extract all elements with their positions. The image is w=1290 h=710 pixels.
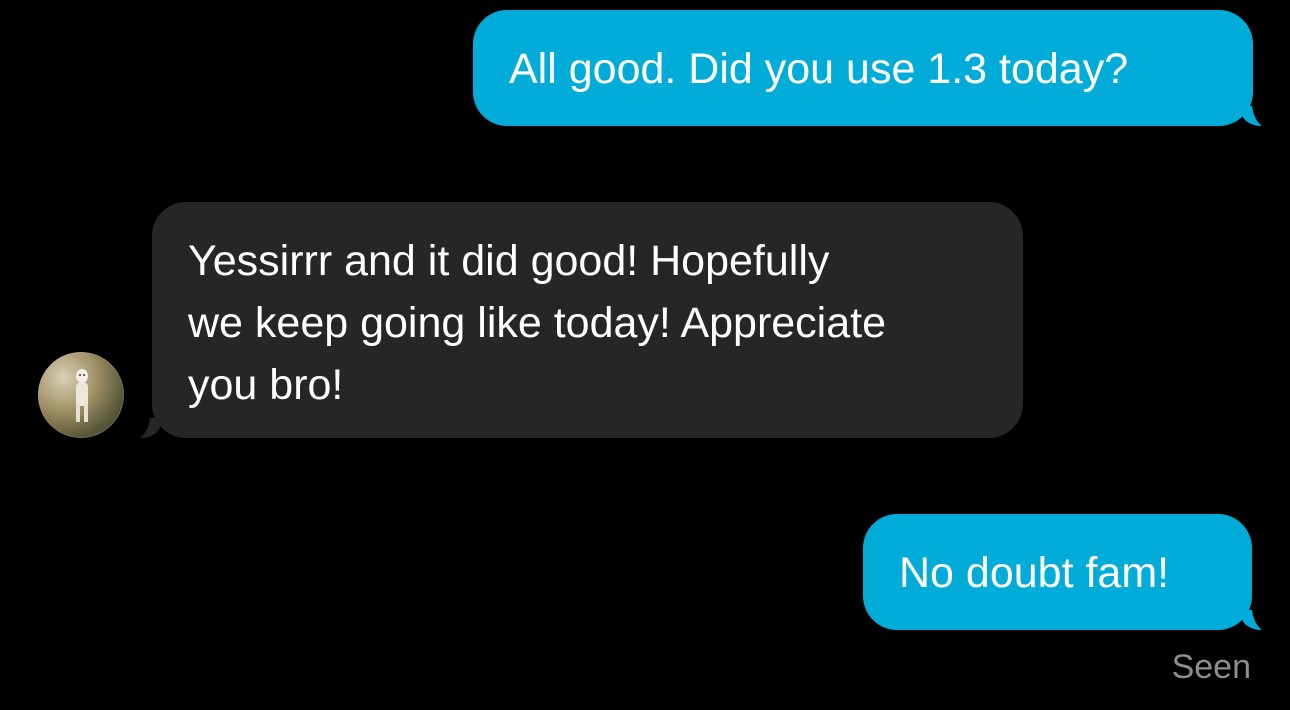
dog-photo-icon [76, 369, 88, 422]
read-receipt: Seen [1171, 648, 1251, 686]
sent-message-bubble[interactable]: All good. Did you use 1.3 today? [473, 10, 1253, 126]
received-message-bubble[interactable]: Yessirrr and it did good! Hopefully we k… [152, 202, 1023, 438]
sent-bubble-tail [1242, 106, 1262, 126]
received-bubble-tail [140, 418, 160, 438]
sent-message-bubble[interactable]: No doubt fam! [863, 514, 1252, 630]
sent-bubble-tail [1242, 610, 1262, 630]
sender-avatar[interactable] [38, 352, 124, 438]
